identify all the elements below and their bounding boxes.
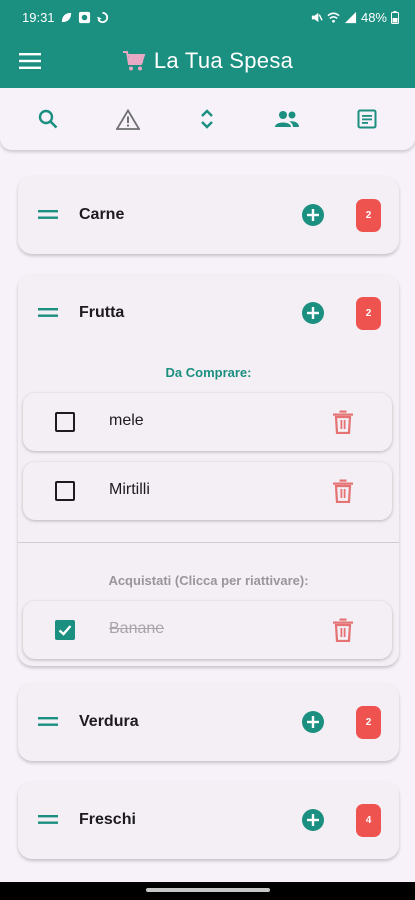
people-icon xyxy=(275,111,300,127)
list-button[interactable] xyxy=(345,97,389,141)
search-icon xyxy=(38,109,58,129)
drag-handle-icon[interactable] xyxy=(38,308,58,318)
people-button[interactable] xyxy=(265,97,309,141)
shopping-cart-icon xyxy=(122,51,146,71)
search-button[interactable] xyxy=(26,97,70,141)
add-item-icon[interactable] xyxy=(301,808,325,832)
drag-handle-icon[interactable] xyxy=(38,815,58,825)
category-name: Frutta xyxy=(79,304,125,321)
list-item[interactable]: mele xyxy=(23,393,392,451)
home-gesture-pill[interactable] xyxy=(146,888,270,892)
app-title: La Tua Spesa xyxy=(0,48,415,74)
status-right: 48% xyxy=(310,10,399,25)
leaf-icon xyxy=(61,12,71,22)
status-time: 19:31 xyxy=(22,9,55,25)
warning-icon xyxy=(115,108,140,130)
list-item-bought[interactable]: Banane xyxy=(23,601,392,659)
list-item[interactable]: Mirtilli xyxy=(23,462,392,520)
trash-icon[interactable] xyxy=(332,618,354,642)
item-count-badge: 4 xyxy=(356,803,381,837)
item-checkbox-checked[interactable] xyxy=(55,620,75,640)
system-nav-bar xyxy=(0,882,415,900)
bought-label: Acquistati (Clicca per riattivare): xyxy=(108,573,309,588)
expand-collapse-icon xyxy=(201,109,214,129)
item-name: mele xyxy=(109,412,144,429)
section-divider xyxy=(18,542,399,543)
category-card-carne: Carne 2 xyxy=(18,176,399,254)
category-name: Carne xyxy=(79,206,125,223)
list-icon xyxy=(357,109,377,129)
trash-icon[interactable] xyxy=(332,410,354,434)
drag-handle-icon[interactable] xyxy=(38,210,58,220)
category-name: Verdura xyxy=(79,713,139,730)
trash-icon[interactable] xyxy=(332,479,354,503)
checkmark-icon xyxy=(58,625,72,636)
item-name: Mirtilli xyxy=(109,481,150,498)
add-item-icon[interactable] xyxy=(301,710,325,734)
wifi-icon xyxy=(327,12,340,23)
expand-collapse-button[interactable] xyxy=(185,97,229,141)
category-header[interactable]: Freschi 4 xyxy=(18,781,399,859)
mute-icon xyxy=(311,12,323,22)
status-bar: 19:31 48% xyxy=(0,0,415,34)
battery-icon xyxy=(391,10,399,24)
add-item-icon[interactable] xyxy=(301,203,325,227)
warning-button[interactable] xyxy=(106,97,150,141)
signal-icon xyxy=(344,11,357,23)
category-card-freschi: Freschi 4 xyxy=(18,781,399,859)
item-count-badge: 2 xyxy=(356,705,381,739)
item-checkbox[interactable] xyxy=(55,412,75,432)
battery-level: 48% xyxy=(360,9,387,25)
app-bar: La Tua Spesa xyxy=(0,34,415,88)
menu-button[interactable] xyxy=(0,34,60,88)
item-count-badge: 2 xyxy=(356,198,381,232)
status-left: 19:31 xyxy=(22,10,109,25)
category-header[interactable]: Frutta 2 xyxy=(18,274,399,352)
category-header[interactable]: Verdura 2 xyxy=(18,683,399,761)
category-name: Freschi xyxy=(79,811,136,828)
app-title-text: La Tua Spesa xyxy=(153,48,294,73)
add-item-icon[interactable] xyxy=(301,301,325,325)
item-count-badge: 2 xyxy=(356,296,381,330)
sync-icon xyxy=(96,11,108,23)
category-card-verdura: Verdura 2 xyxy=(18,683,399,761)
category-header[interactable]: Carne 2 xyxy=(18,176,399,254)
app-notification-icon xyxy=(78,11,90,23)
drag-handle-icon[interactable] xyxy=(38,717,58,727)
category-card-frutta: Frutta 2 Da Comprare: mele Mirtilli Acqu… xyxy=(18,274,399,666)
item-checkbox[interactable] xyxy=(55,481,75,501)
hamburger-menu-icon xyxy=(19,53,41,69)
toolbar xyxy=(0,88,415,150)
to-buy-label: Da Comprare: xyxy=(165,365,252,380)
item-name: Banane xyxy=(109,620,165,637)
